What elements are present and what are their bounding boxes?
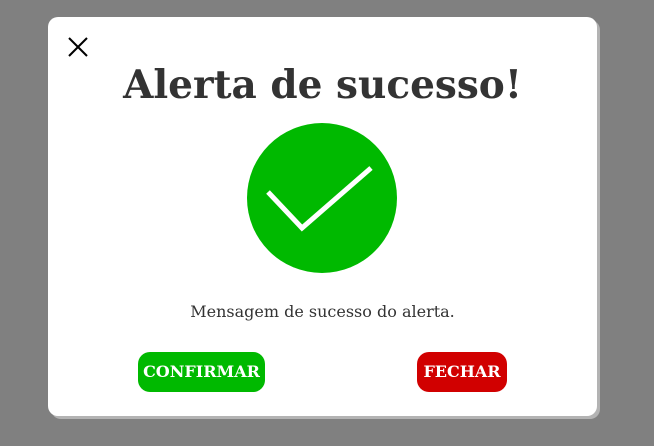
success-alert-modal: Alerta de sucesso! Mensagem de sucesso d… bbox=[48, 17, 597, 416]
close-button[interactable]: FECHAR bbox=[417, 352, 507, 392]
alert-title: Alerta de sucesso! bbox=[123, 62, 522, 108]
close-icon-glyph bbox=[68, 37, 88, 57]
checkmark-glyph bbox=[266, 166, 373, 232]
check-icon bbox=[247, 123, 397, 273]
close-icon[interactable] bbox=[66, 35, 90, 59]
alert-message: Mensagem de sucesso do alerta. bbox=[190, 302, 455, 321]
confirm-button[interactable]: CONFIRMAR bbox=[138, 352, 265, 392]
